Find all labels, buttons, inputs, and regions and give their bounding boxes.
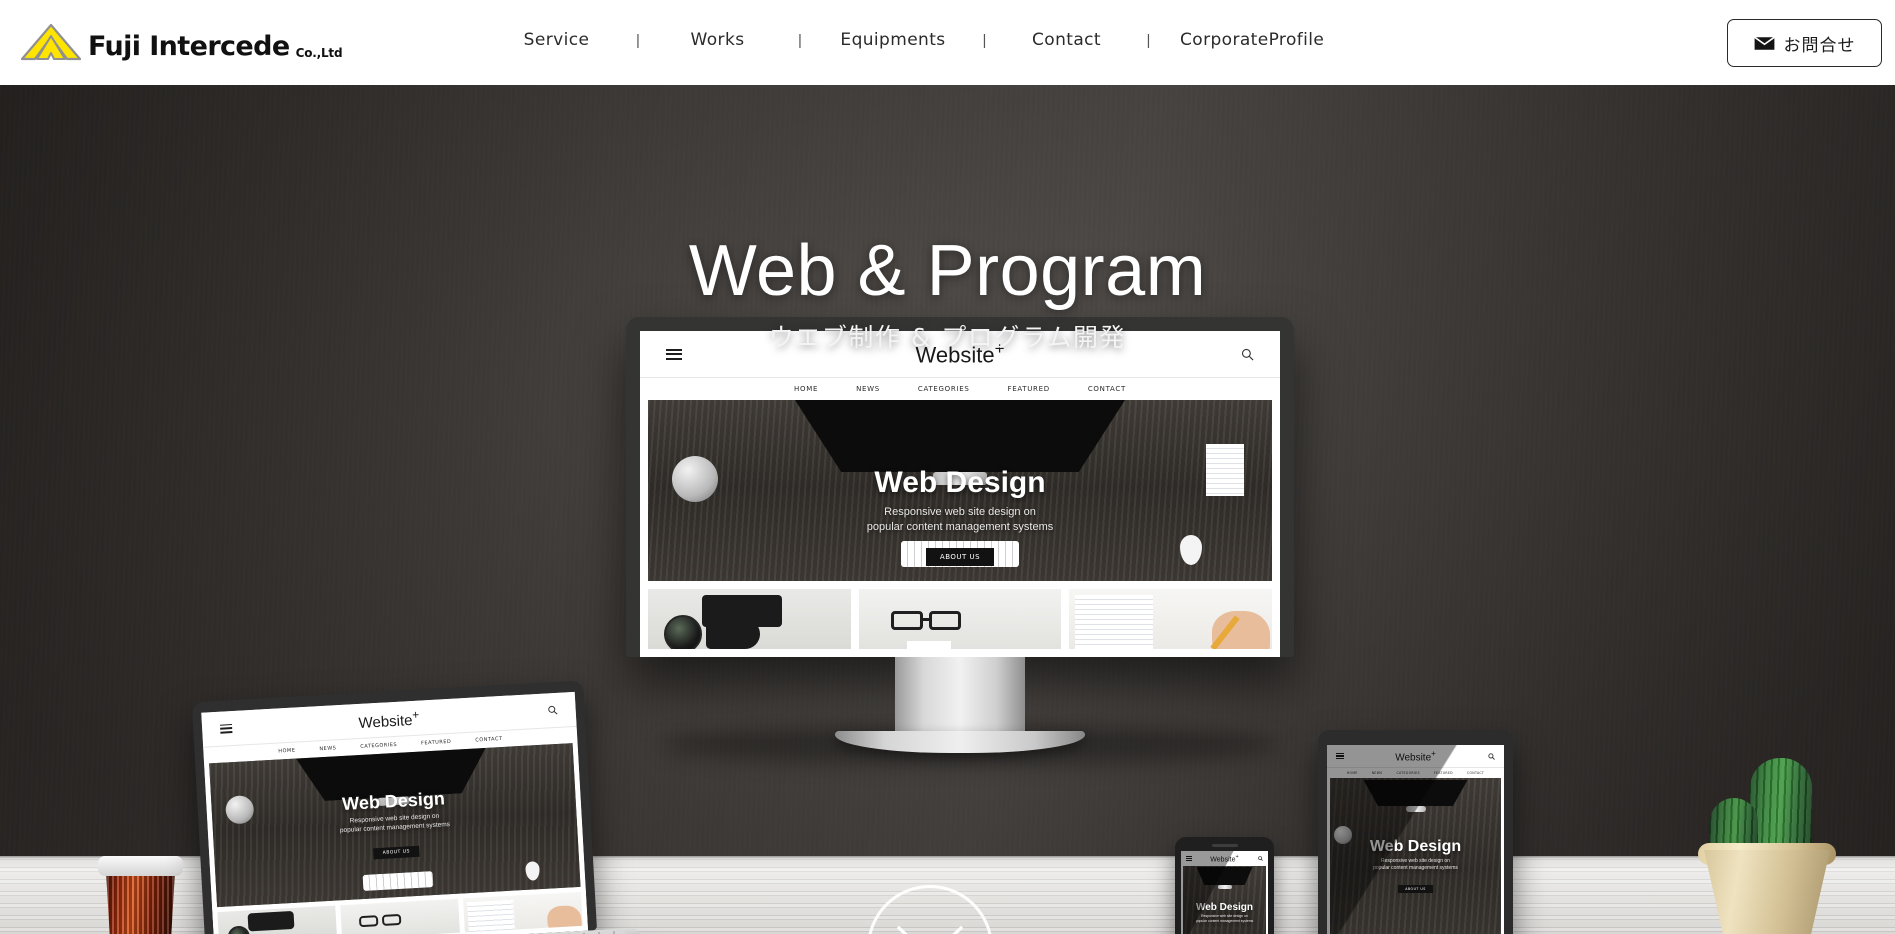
nav-separator: | xyxy=(1146,31,1151,49)
brand-suffix: Co.,Ltd xyxy=(295,46,343,60)
nav-item-works[interactable]: Works xyxy=(668,30,767,50)
contact-button-label: お問合せ xyxy=(1783,35,1856,56)
mock-site-hero: Web Design Responsive web site design on… xyxy=(1330,778,1501,934)
mock-site-logo: Website+ xyxy=(1210,853,1239,864)
phone-body: Website+ Web Design Responsive web site … xyxy=(1175,837,1274,934)
phone-screen: Website+ Web Design Responsive web site … xyxy=(1181,851,1268,934)
mock-site-header: Website+ xyxy=(1327,745,1504,767)
cup-lid xyxy=(98,856,183,876)
photo-monitor-stand xyxy=(1217,885,1232,889)
page-root: Fuji Intercede Co.,Ltd Service | Works |… xyxy=(0,0,1895,934)
hero-title: Web & Program xyxy=(688,231,1207,311)
coffee-cup xyxy=(98,850,183,934)
mock-nav-news[interactable]: NEWS xyxy=(856,385,880,393)
hero-subtitle: ウエブ制作 & プログラム開発 xyxy=(768,323,1127,353)
nav-separator: | xyxy=(798,31,802,49)
mock-nav-featured[interactable]: FEATURED xyxy=(421,739,452,747)
mock-nav-featured[interactable]: FEATURED xyxy=(1007,385,1049,393)
envelope-icon xyxy=(1753,36,1775,50)
contact-button[interactable]: お問合せ xyxy=(1727,19,1882,67)
photo-monitor xyxy=(1363,780,1468,806)
mock-site-header: Website+ xyxy=(1181,851,1268,866)
monitor-bezel: Website+ HOME NEWS CATEGORIES FEATURED C… xyxy=(626,317,1294,657)
nav-item-service[interactable]: Service xyxy=(505,30,608,50)
nav-item-contact[interactable]: Contact xyxy=(1016,30,1117,50)
mock-hero-sub-1: Responsive web site design on xyxy=(1381,858,1450,864)
main-navigation: Service | Works | Equipments | Contact |… xyxy=(505,30,1330,50)
mock-hero-title: Web Design xyxy=(1369,838,1462,855)
mock-hero-sub-2: popular content management systems xyxy=(866,520,1054,533)
laptop: Website+ HOME NEWS CATEGORIES FEATURED C… xyxy=(192,680,597,934)
mock-hero-text: Web Design Responsive web site design on… xyxy=(1330,838,1501,895)
mock-nav-home[interactable]: HOME xyxy=(1347,771,1358,775)
mock-nav-contact[interactable]: CONTACT xyxy=(475,736,503,744)
camera-thumbnail[interactable] xyxy=(217,905,338,934)
glasses-thumbnail[interactable] xyxy=(340,898,460,934)
mock-site-nav: HOME NEWS CATEGORIES FEATURED CONTACT xyxy=(640,377,1280,400)
glasses-thumbnail[interactable] xyxy=(858,589,1062,649)
tablet: Website+ HOME NEWS CATEGORIES FEATURED C… xyxy=(1318,730,1513,934)
brand-name: Fuji Intercede xyxy=(88,31,290,62)
photo-monitor xyxy=(1196,867,1253,885)
mock-about-us-button[interactable]: ABOUT US xyxy=(1398,884,1433,893)
mock-nav-contact[interactable]: CONTACT xyxy=(1088,385,1126,393)
smartphone: Website+ Web Design Responsive web site … xyxy=(1175,837,1274,934)
mock-nav-contact[interactable]: CONTACT xyxy=(1467,771,1484,775)
mock-website-laptop: Website+ HOME NEWS CATEGORIES FEATURED C… xyxy=(201,691,589,934)
mock-about-us-button[interactable]: ABOUT US xyxy=(925,547,995,566)
brand-logo[interactable]: Fuji Intercede Co.,Ltd xyxy=(20,22,343,62)
photo-monitor xyxy=(795,400,1125,472)
mock-hero-text: Web Design Responsive web site design on… xyxy=(648,466,1272,566)
nav-separator: | xyxy=(636,31,640,49)
tablet-screen: Website+ HOME NEWS CATEGORIES FEATURED C… xyxy=(1327,745,1504,934)
mock-hero-text: Web Design Responsive web site design on… xyxy=(1183,902,1266,934)
mock-hero-title: Web Design xyxy=(874,466,1046,499)
mock-hero-sub-2: popular content management systems xyxy=(1195,918,1254,923)
nav-separator: | xyxy=(982,31,987,49)
mock-site-logo: Website+ xyxy=(1395,748,1436,764)
mock-nav-home[interactable]: HOME xyxy=(794,385,818,393)
mock-website-desktop: Website+ HOME NEWS CATEGORIES FEATURED C… xyxy=(640,331,1280,657)
mock-hero-title: Web Design xyxy=(1195,902,1254,913)
writing-hand-thumbnail[interactable] xyxy=(463,891,583,933)
mock-website-phone: Website+ Web Design Responsive web site … xyxy=(1181,851,1268,934)
mock-site-hero: Web Design Responsive web site design on… xyxy=(648,400,1272,581)
mock-nav-categories[interactable]: CATEGORIES xyxy=(1396,771,1419,775)
cactus-plant xyxy=(1682,740,1852,934)
pot-body xyxy=(1704,850,1830,934)
mock-nav-featured[interactable]: FEATURED xyxy=(1434,771,1453,775)
mock-website-tablet: Website+ HOME NEWS CATEGORIES FEATURED C… xyxy=(1327,745,1504,934)
mock-site-hero: Web Design Responsive web site design on… xyxy=(209,743,581,908)
tablet-body: Website+ HOME NEWS CATEGORIES FEATURED C… xyxy=(1318,730,1513,934)
mock-nav-news[interactable]: NEWS xyxy=(319,745,336,752)
phone-speaker xyxy=(1211,844,1238,847)
site-header: Fuji Intercede Co.,Ltd Service | Works |… xyxy=(0,0,1895,85)
mock-site-hero: Web Design Responsive web site design on… xyxy=(1183,866,1266,934)
mock-nav-news[interactable]: NEWS xyxy=(1372,771,1383,775)
mock-nav-categories[interactable]: CATEGORIES xyxy=(360,742,397,750)
nav-item-corporateprofile[interactable]: CorporateProfile xyxy=(1180,30,1330,50)
hero-section: Web & Program ウエブ制作 & プログラム開発 Website+ H… xyxy=(0,85,1895,934)
mock-site-nav: HOME NEWS CATEGORIES FEATURED CONTACT xyxy=(1327,767,1504,778)
mock-nav-home[interactable]: HOME xyxy=(278,748,295,755)
mock-thumbnail-row xyxy=(640,581,1280,657)
mountain-logo-icon xyxy=(20,23,82,61)
writing-hand-thumbnail[interactable] xyxy=(1069,589,1273,649)
laptop-screen: Website+ HOME NEWS CATEGORIES FEATURED C… xyxy=(201,691,589,934)
mock-hero-sub-2: popular content management systems xyxy=(1373,864,1458,871)
desktop-monitor: Website+ HOME NEWS CATEGORIES FEATURED C… xyxy=(626,317,1294,753)
nav-item-equipments[interactable]: Equipments xyxy=(833,30,953,50)
hero-copy: Web & Program ウエブ制作 & プログラム開発 xyxy=(0,233,1895,354)
photo-monitor-stand xyxy=(1405,806,1426,812)
camera-thumbnail[interactable] xyxy=(648,589,851,649)
monitor-screen: Website+ HOME NEWS CATEGORIES FEATURED C… xyxy=(640,331,1280,657)
mock-hero-sub-1: Responsive web site design on xyxy=(884,506,1036,518)
mock-nav-categories[interactable]: CATEGORIES xyxy=(918,385,970,393)
laptop-lid: Website+ HOME NEWS CATEGORIES FEATURED C… xyxy=(191,680,598,934)
cup-sleeve xyxy=(105,868,176,934)
chevron-down-icon xyxy=(896,925,964,934)
